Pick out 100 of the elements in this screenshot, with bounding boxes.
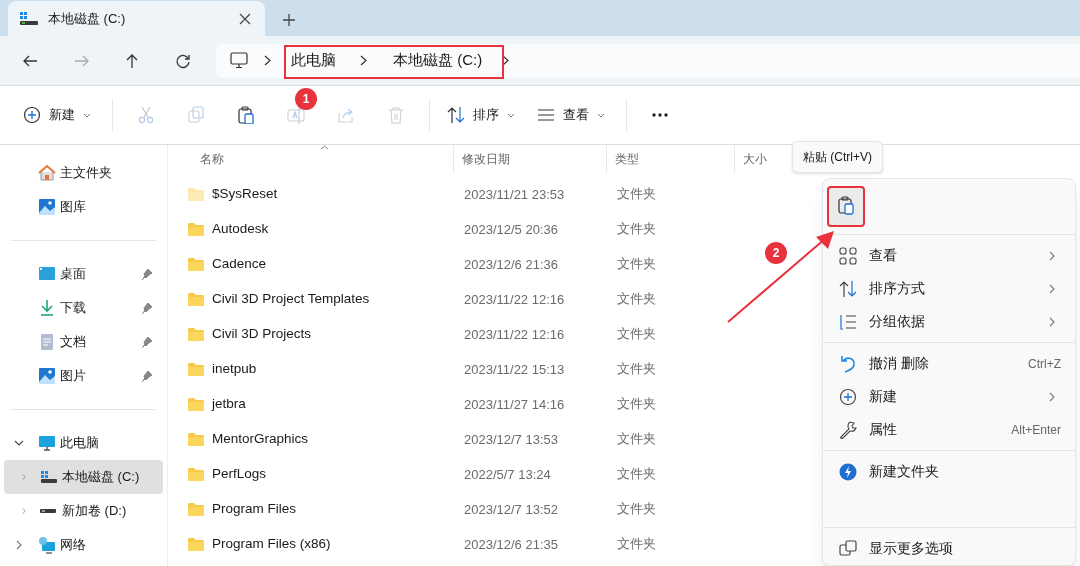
breadcrumb-item[interactable]: 此电脑 <box>291 49 336 72</box>
network-icon <box>38 536 56 554</box>
menu-item[interactable]: 撤消 删除 Ctrl+Z <box>827 347 1071 381</box>
trash-icon <box>387 106 405 124</box>
file-name: inetpub <box>212 360 257 379</box>
date-cell-text: 2023/11/22 12:16 <box>463 290 566 309</box>
menu-item[interactable]: 新建 <box>827 380 1071 414</box>
sidebar-label: 网络 <box>60 536 87 555</box>
up-button[interactable] <box>124 52 140 69</box>
file-name: Civil 3D Projects <box>212 325 312 344</box>
column-header: 类型 <box>615 151 639 168</box>
type-cell-text: 文件夹 <box>616 431 657 449</box>
file-name: PerfLogs <box>212 465 267 484</box>
date-cell-text: 2023/12/5 20:36 <box>463 220 559 239</box>
new-button[interactable]: 新建 <box>14 97 100 133</box>
address-bar[interactable]: 此电脑 本地磁盘 (C:) <box>216 43 1080 78</box>
scissors-icon <box>137 106 155 124</box>
sidebar-item[interactable]: 桌面 <box>4 257 163 291</box>
step-badge: 1 <box>295 88 317 110</box>
type-cell-text: 文件夹 <box>616 361 657 379</box>
sidebar-item[interactable]: 下载 <box>4 291 163 325</box>
type-cell-text: 文件夹 <box>616 221 657 239</box>
view-button[interactable]: 查看 <box>528 97 614 133</box>
type-cell-text: 文件夹 <box>616 291 657 309</box>
plus-circle-icon <box>839 387 857 406</box>
sidebar-item[interactable]: 图片 <box>4 359 163 393</box>
download-icon <box>38 299 56 317</box>
sidebar-item[interactable]: 主文件夹 <box>4 156 163 190</box>
step-badge: 2 <box>765 242 787 264</box>
paste-button[interactable] <box>827 185 865 227</box>
menu-item[interactable]: 分组依据 <box>827 305 1071 339</box>
file-name: Cadence <box>212 255 267 274</box>
type-cell-text: 文件夹 <box>616 186 657 204</box>
picture-icon <box>38 198 56 216</box>
type-cell-text: 文件夹 <box>616 501 657 519</box>
drive-icon <box>40 509 56 513</box>
up-icon <box>124 52 140 69</box>
sidebar-label: 下载 <box>60 299 87 318</box>
computer-icon <box>230 52 248 69</box>
sidebar-item[interactable]: 此电脑 <box>4 426 163 460</box>
sidebar-label: 主文件夹 <box>60 164 113 183</box>
sidebar-item[interactable]: 新加卷 (D:) <box>4 494 163 528</box>
file-name: jetbra <box>212 395 246 414</box>
computer-icon <box>38 434 56 452</box>
chevron-right-icon <box>360 55 367 66</box>
sidebar-label: 图片 <box>60 367 87 386</box>
sidebar-label: 此电脑 <box>60 434 100 453</box>
refresh-button[interactable] <box>175 52 191 69</box>
date-cell-text: 2022/5/7 13:24 <box>463 465 552 484</box>
more-icon <box>652 113 668 117</box>
sort-icon <box>447 106 465 124</box>
file-name: $SysReset <box>212 185 278 204</box>
drive-icon <box>20 11 38 26</box>
refresh-icon <box>175 52 191 69</box>
plus-circle-icon <box>23 106 41 124</box>
date-cell-text: 2023/11/27 14:16 <box>463 395 566 414</box>
clipboard-icon <box>237 106 255 124</box>
chevron-right-icon <box>502 55 510 66</box>
menu-item[interactable]: 排序方式 <box>827 272 1071 306</box>
date-cell-text: 2023/12/6 21:36 <box>463 255 559 274</box>
app-icon <box>839 462 857 481</box>
chevron-right-icon <box>264 55 271 66</box>
sidebar-label: 新加卷 (D:) <box>62 502 128 521</box>
menu-item[interactable]: 查看 <box>827 239 1071 273</box>
menu-item[interactable]: 新建文件夹 <box>827 455 1071 489</box>
file-name: Autodesk <box>212 220 269 239</box>
desktop-icon <box>38 265 56 283</box>
tooltip: 粘贴 (Ctrl+V) <box>792 141 883 173</box>
drive-icon <box>40 470 58 484</box>
undo-icon <box>839 354 857 373</box>
file-name: Civil 3D Project Templates <box>212 290 370 309</box>
sidebar-item[interactable]: 网络 <box>4 528 163 562</box>
sort-icon <box>839 279 857 298</box>
sidebar-item[interactable]: 图库 <box>4 190 163 224</box>
sidebar-item[interactable]: 文档 <box>4 325 163 359</box>
column-header: 修改日期 <box>462 151 510 168</box>
sidebar-label: 文档 <box>60 333 87 352</box>
file-name: MentorGraphics <box>212 430 309 449</box>
tab-title: 本地磁盘 (C:) <box>48 9 127 28</box>
date-cell-text: 2023/12/6 21:35 <box>463 535 559 554</box>
rename-icon <box>287 106 305 124</box>
list-icon <box>839 312 857 331</box>
type-cell-text: 文件夹 <box>616 536 657 554</box>
type-cell-text: 文件夹 <box>616 326 657 344</box>
date-cell-text: 2023/12/7 13:53 <box>463 430 559 449</box>
column-header: 名称 <box>200 151 224 168</box>
file-name: Program Files (x86) <box>212 535 331 554</box>
copy-icon <box>187 106 205 124</box>
wrench-icon <box>839 420 857 439</box>
sidebar-item[interactable]: 本地磁盘 (C:) <box>4 460 163 494</box>
grid-icon <box>839 246 857 265</box>
menu-item[interactable]: 属性 Alt+Enter <box>827 413 1071 447</box>
sort-button[interactable]: 排序 <box>438 97 524 133</box>
breadcrumb-item[interactable]: 本地磁盘 (C:) <box>393 49 483 72</box>
tab[interactable]: 本地磁盘 (C:) <box>8 1 265 36</box>
list-icon <box>537 106 555 124</box>
menu-item[interactable]: 显示更多选项 <box>827 532 1071 565</box>
type-cell-text: 文件夹 <box>616 256 657 274</box>
plus-icon <box>283 14 295 26</box>
close-icon <box>239 12 251 25</box>
